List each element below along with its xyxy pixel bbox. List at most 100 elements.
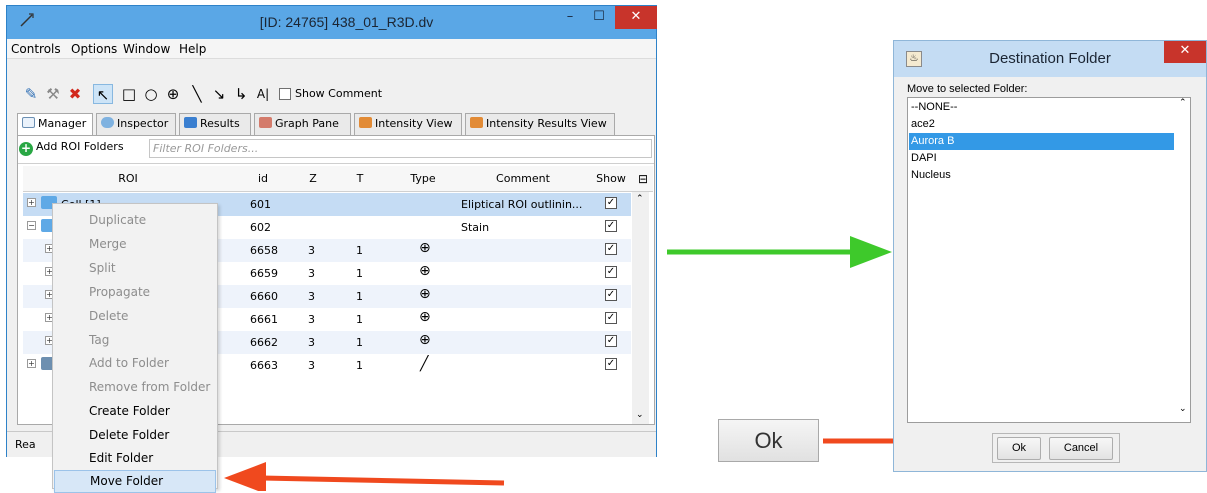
- roi-comment: Eliptical ROI outlinin...: [461, 198, 583, 211]
- tab-label: Intensity Results View: [486, 117, 607, 130]
- ellipse-roi-icon: ⊕: [419, 286, 431, 302]
- ok-button-callout: Ok: [718, 419, 819, 462]
- scroll-up-icon[interactable]: ⌃: [1179, 98, 1187, 108]
- roi-id: 6662: [250, 336, 278, 349]
- tab-inspector[interactable]: Inspector: [96, 113, 176, 135]
- filter-roi-folders-input[interactable]: Filter ROI Folders...: [149, 139, 652, 158]
- dialog-title-bar[interactable]: ♨ Destination Folder ✕: [894, 41, 1206, 77]
- folder-option[interactable]: --NONE--: [909, 99, 1174, 116]
- folder-option[interactable]: Nucleus: [909, 167, 1174, 184]
- menu-item-tag[interactable]: Tag: [54, 329, 216, 352]
- tab-results[interactable]: Results: [179, 113, 251, 135]
- roi-id: 6660: [250, 290, 278, 303]
- green-arrow-to-dialog: [667, 236, 892, 268]
- column-type[interactable]: Type: [398, 172, 448, 185]
- column-chooser-icon[interactable]: ⊟: [635, 172, 651, 186]
- column-t[interactable]: T: [345, 172, 375, 185]
- folder-option[interactable]: ace2: [909, 116, 1174, 133]
- ellipse-tool-icon[interactable]: ○: [141, 84, 161, 104]
- title-bar[interactable]: [ID: 24765] 438_01_R3D.dv – ☐ ✕: [7, 6, 657, 39]
- expand-icon[interactable]: +: [27, 198, 36, 207]
- text-tool-icon[interactable]: A|: [253, 84, 273, 104]
- graph-icon: [259, 117, 272, 128]
- minimize-button[interactable]: –: [556, 6, 584, 29]
- edit-icon[interactable]: ✎: [21, 84, 41, 104]
- arrow-tool-icon[interactable]: ↘: [209, 84, 229, 104]
- tab-label: Results: [200, 117, 240, 130]
- menu-item-create-folder[interactable]: Create Folder: [54, 400, 216, 423]
- table-icon: [184, 117, 197, 128]
- show-checkbox[interactable]: ✓: [605, 197, 617, 209]
- scroll-up-icon[interactable]: ⌃: [636, 194, 644, 204]
- show-checkbox[interactable]: ✓: [605, 220, 617, 232]
- tab-label: Intensity View: [375, 117, 453, 130]
- menu-item-move-folder[interactable]: Move Folder: [54, 470, 216, 493]
- point-tool-icon[interactable]: ⊕: [163, 84, 183, 104]
- column-show[interactable]: Show: [591, 172, 631, 185]
- show-checkbox[interactable]: ✓: [605, 289, 617, 301]
- ellipse-roi-icon: ⊕: [419, 309, 431, 325]
- expand-icon[interactable]: +: [27, 359, 36, 368]
- menu-controls[interactable]: Controls: [11, 42, 61, 56]
- column-comment[interactable]: Comment: [463, 172, 583, 185]
- tab-manager[interactable]: Manager: [17, 113, 93, 136]
- folder-option[interactable]: DAPI: [909, 150, 1174, 167]
- menu-bar: Controls Options Window Help: [7, 39, 656, 59]
- show-checkbox[interactable]: ✓: [605, 312, 617, 324]
- scroll-down-icon[interactable]: ⌄: [1179, 404, 1187, 414]
- context-menu: Duplicate Merge Split Propagate Delete T…: [52, 203, 218, 493]
- show-checkbox[interactable]: ✓: [605, 335, 617, 347]
- collapse-icon[interactable]: −: [27, 221, 36, 230]
- scroll-down-icon[interactable]: ⌄: [636, 410, 644, 420]
- manager-icon: [22, 117, 35, 128]
- add-roi-folders-button[interactable]: + Add ROI Folders: [19, 140, 124, 156]
- pointer-tool-icon[interactable]: ↖: [93, 84, 113, 104]
- tab-intensity-results-view[interactable]: Intensity Results View: [465, 113, 615, 135]
- menu-help[interactable]: Help: [179, 42, 206, 56]
- menu-options[interactable]: Options: [71, 42, 117, 56]
- roi-id: 6658: [250, 244, 278, 257]
- show-checkbox[interactable]: ✓: [605, 243, 617, 255]
- show-comment-label: Show Comment: [295, 87, 383, 100]
- menu-item-delete[interactable]: Delete: [54, 305, 216, 328]
- roi-t: 1: [356, 336, 363, 349]
- show-checkbox[interactable]: ✓: [605, 358, 617, 370]
- show-checkbox[interactable]: ✓: [605, 266, 617, 278]
- rectangle-tool-icon[interactable]: □: [119, 84, 139, 104]
- column-id[interactable]: id: [243, 172, 283, 185]
- menu-window[interactable]: Window: [123, 42, 170, 56]
- wand-icon[interactable]: ⚒: [43, 84, 63, 104]
- folder-option-selected[interactable]: Aurora B: [909, 133, 1174, 150]
- tab-label: Graph Pane: [275, 117, 339, 130]
- tab-intensity-view[interactable]: Intensity View: [354, 113, 462, 135]
- menu-item-edit-folder[interactable]: Edit Folder: [54, 447, 216, 470]
- line-roi-icon: ╱: [420, 356, 429, 372]
- menu-item-split[interactable]: Split: [54, 257, 216, 280]
- cancel-button[interactable]: Cancel: [1049, 437, 1113, 460]
- polyline-tool-icon[interactable]: ↳: [231, 84, 251, 104]
- folder-list[interactable]: --NONE-- ace2 Aurora B DAPI Nucleus ⌃ ⌄: [907, 97, 1191, 423]
- add-icon: +: [19, 141, 33, 156]
- menu-item-merge[interactable]: Merge: [54, 233, 216, 256]
- ok-button[interactable]: Ok: [997, 437, 1041, 460]
- menu-item-add-to-folder[interactable]: Add to Folder: [54, 352, 216, 375]
- maximize-button[interactable]: ☐: [585, 6, 613, 29]
- column-z[interactable]: Z: [298, 172, 328, 185]
- menu-item-duplicate[interactable]: Duplicate: [54, 209, 216, 232]
- roi-z: 3: [308, 336, 315, 349]
- menu-item-remove-from-folder[interactable]: Remove from Folder: [54, 376, 216, 399]
- close-button[interactable]: ✕: [615, 6, 657, 29]
- delete-roi-icon[interactable]: ✖: [65, 84, 85, 104]
- status-text: Rea: [15, 438, 36, 451]
- line-tool-icon[interactable]: ╲: [187, 84, 207, 104]
- column-roi[interactable]: ROI: [23, 172, 233, 185]
- menu-item-delete-folder[interactable]: Delete Folder: [54, 424, 216, 447]
- roi-id: 601: [250, 198, 271, 211]
- folder-list-scrollbar[interactable]: ⌃ ⌄: [1175, 98, 1191, 422]
- dialog-close-button[interactable]: ✕: [1164, 41, 1206, 63]
- show-comment-checkbox[interactable]: [279, 88, 291, 100]
- tab-graph-pane[interactable]: Graph Pane: [254, 113, 351, 135]
- roi-comment: Stain: [461, 221, 490, 234]
- menu-item-propagate[interactable]: Propagate: [54, 281, 216, 304]
- table-scrollbar[interactable]: ⌃ ⌄: [632, 192, 649, 424]
